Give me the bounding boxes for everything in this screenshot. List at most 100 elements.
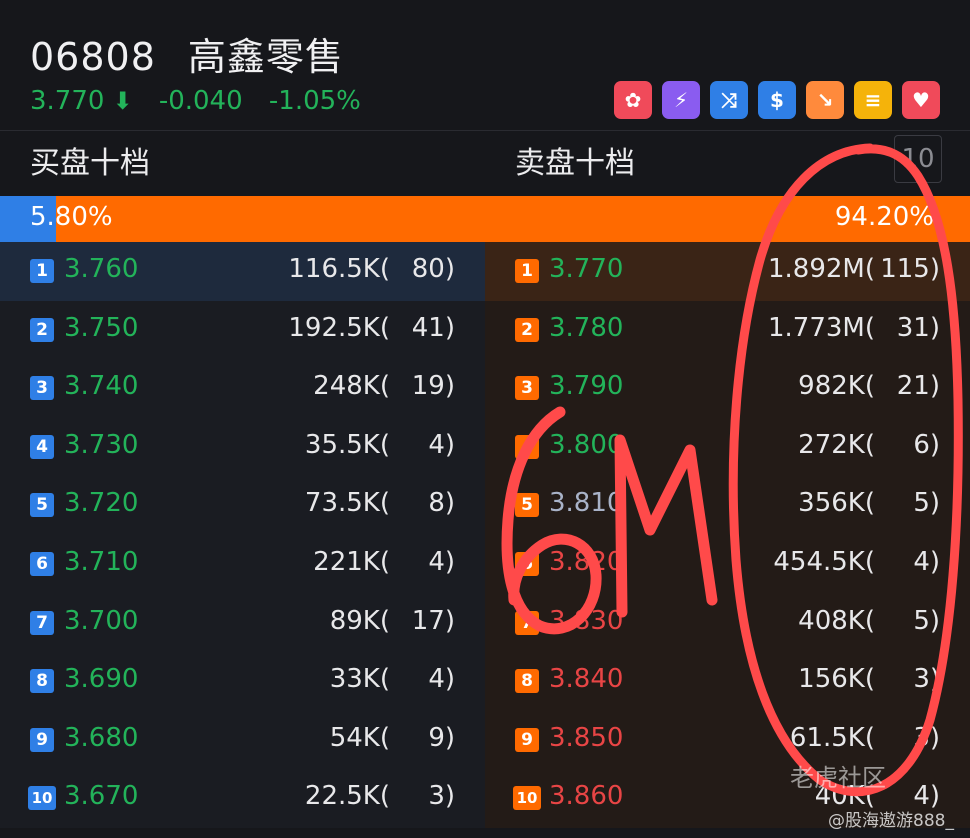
bid-row[interactable]: 6 3.710 221K(4) <box>0 535 485 594</box>
level-badge: 2 <box>30 317 54 342</box>
quote-line: 3.770 ⬇ -0.040 -1.05% <box>30 86 379 116</box>
order-count: 21) <box>896 371 940 402</box>
bid-row[interactable]: 5 3.720 73.5K(8) <box>0 476 485 535</box>
bid-row[interactable]: 3 3.740 248K(19) <box>0 359 485 418</box>
order-count: 4) <box>428 429 455 460</box>
trend-down-icon[interactable]: ↘ <box>806 81 844 119</box>
bid-row[interactable]: 1 3.760 116.5K( 80) <box>0 242 485 301</box>
price: 3.790 <box>549 371 624 402</box>
volume: 454.5K( <box>773 546 875 577</box>
level-badge: 5 <box>515 493 539 518</box>
order-count: 4) <box>428 664 455 695</box>
order-count: 5) <box>913 488 940 519</box>
price: 3.770 <box>549 254 624 284</box>
ask-row[interactable]: 6 3.820 454.5K( 4) <box>485 535 970 594</box>
volume: 248K( <box>313 371 390 402</box>
level-badge: 10 <box>513 786 541 811</box>
volume: 272K( <box>798 429 875 460</box>
level-badge: 6 <box>30 551 54 576</box>
order-count: 80) <box>411 254 455 284</box>
ask-row[interactable]: 5 3.810 356K( 5) <box>485 476 970 535</box>
level-badge: 9 <box>515 727 539 752</box>
level-badge: 9 <box>30 727 54 752</box>
order-count: 3) <box>913 722 940 753</box>
order-count: 17) <box>411 605 455 636</box>
ask-row[interactable]: 8 3.840 156K(3) <box>485 652 970 711</box>
down-arrow-icon: ⬇ <box>112 87 133 115</box>
volume: 192.5K( <box>288 312 390 343</box>
heart-icon[interactable]: ♥ <box>902 81 940 119</box>
ask-row[interactable]: 3 3.790 982K(21) <box>485 359 970 418</box>
volume: 22.5K( <box>304 781 390 812</box>
level-badge: 1 <box>30 259 54 283</box>
price: 3.710 <box>64 546 139 577</box>
feature-badges: ✿ ⚡ ⤨ $ ↘ ≡ ♥ <box>614 81 940 119</box>
price: 3.830 <box>549 605 624 636</box>
ask-row[interactable]: 2 3.780 1.773M(31) <box>485 301 970 360</box>
volume: 89K( <box>329 605 390 636</box>
note-icon[interactable]: ≡ <box>854 81 892 119</box>
depth-toggle-button[interactable]: 10 <box>894 135 942 183</box>
ask-section-title: 卖盘十档 <box>515 146 635 181</box>
shuffle-icon[interactable]: ⤨ <box>710 81 748 119</box>
dollar-icon[interactable]: $ <box>758 81 796 119</box>
ask-row[interactable]: 1 3.770 1.892M(115) <box>485 242 970 301</box>
price-change-pct: -1.05% <box>268 86 361 116</box>
volume: 116.5K( <box>288 254 390 284</box>
volume: 54K( <box>329 722 390 753</box>
bid-row[interactable]: 8 3.690 33K(4) <box>0 652 485 711</box>
stock-header: 06808 高鑫零售 3.770 ⬇ -0.040 -1.05% ✿ ⚡ ⤨ $ ↘ ≡ ♥ <box>0 0 970 130</box>
order-count: 3) <box>913 664 940 695</box>
bid-row[interactable]: 2 3.750 192.5K(41) <box>0 301 485 360</box>
stock-name: 高鑫零售 <box>187 35 344 79</box>
price: 3.860 <box>549 781 624 812</box>
order-count: 6) <box>913 429 940 460</box>
price: 3.760 <box>64 254 139 284</box>
last-price: 3.770 <box>30 86 105 116</box>
user-watermark: @股海遨游888_ <box>828 811 954 831</box>
price: 3.850 <box>549 722 624 753</box>
price-change: -0.040 <box>158 86 243 116</box>
bid-row[interactable]: 9 3.680 54K( 9) <box>0 711 485 770</box>
price: 3.720 <box>64 488 139 519</box>
level-badge: 7 <box>30 610 54 635</box>
volume: 1.892M( <box>767 254 875 284</box>
ask-ratio-label: 94.20% <box>834 202 934 232</box>
price: 3.800 <box>549 429 624 460</box>
order-count: 5) <box>913 605 940 636</box>
bid-row[interactable]: 4 3.730 35.5K(4) <box>0 418 485 477</box>
stock-title: 06808 高鑫零售 <box>30 26 344 81</box>
order-count: 9) <box>428 722 455 753</box>
bid-book: 1 3.760 116.5K(80) 2 3.750 192.5K(41) 3 3.740 24… <box>0 242 485 828</box>
price: 3.740 <box>64 371 139 402</box>
volume: 982K( <box>798 371 875 402</box>
volume: 356K( <box>798 488 875 519</box>
bid-ask-ratio-bar: 5.80% 94.20% <box>0 196 970 242</box>
bid-row[interactable]: 10 3.670 22.5K(3) <box>0 769 485 828</box>
ask-row[interactable]: 9 3.850 61.5K( 3) <box>485 711 970 770</box>
level-badge: 4 <box>30 434 54 459</box>
order-count: 3) <box>428 781 455 812</box>
level-badge: 7 <box>515 610 539 635</box>
price: 3.680 <box>64 722 139 753</box>
lightning-2-icon[interactable]: ⚡ <box>662 81 700 119</box>
bid-row[interactable]: 7 3.700 89K(17) <box>0 594 485 653</box>
volume: 73.5K( <box>304 488 390 519</box>
ask-row[interactable]: 4 3.800 272K( 6) <box>485 418 970 477</box>
order-count: 4) <box>428 546 455 577</box>
price: 3.810 <box>549 488 624 519</box>
volume: 156K( <box>798 664 875 695</box>
level-badge: 6 <box>515 551 539 576</box>
volume: 33K( <box>329 664 390 695</box>
ask-book: 1 3.770 1.892M(115) 2 3.780 1.773M(31) 3 3.790 9… <box>485 242 970 828</box>
level-badge: 4 <box>515 434 539 459</box>
hk-flower-icon[interactable]: ✿ <box>614 81 652 119</box>
price: 3.840 <box>549 664 624 695</box>
price: 3.690 <box>64 664 139 695</box>
level-badge: 5 <box>30 493 54 518</box>
volume: 408K( <box>798 605 875 636</box>
order-count: 4) <box>913 546 940 577</box>
price: 3.820 <box>549 546 624 577</box>
volume: 61.5K( <box>789 722 875 753</box>
ask-row[interactable]: 7 3.830 408K( 5) <box>485 594 970 653</box>
